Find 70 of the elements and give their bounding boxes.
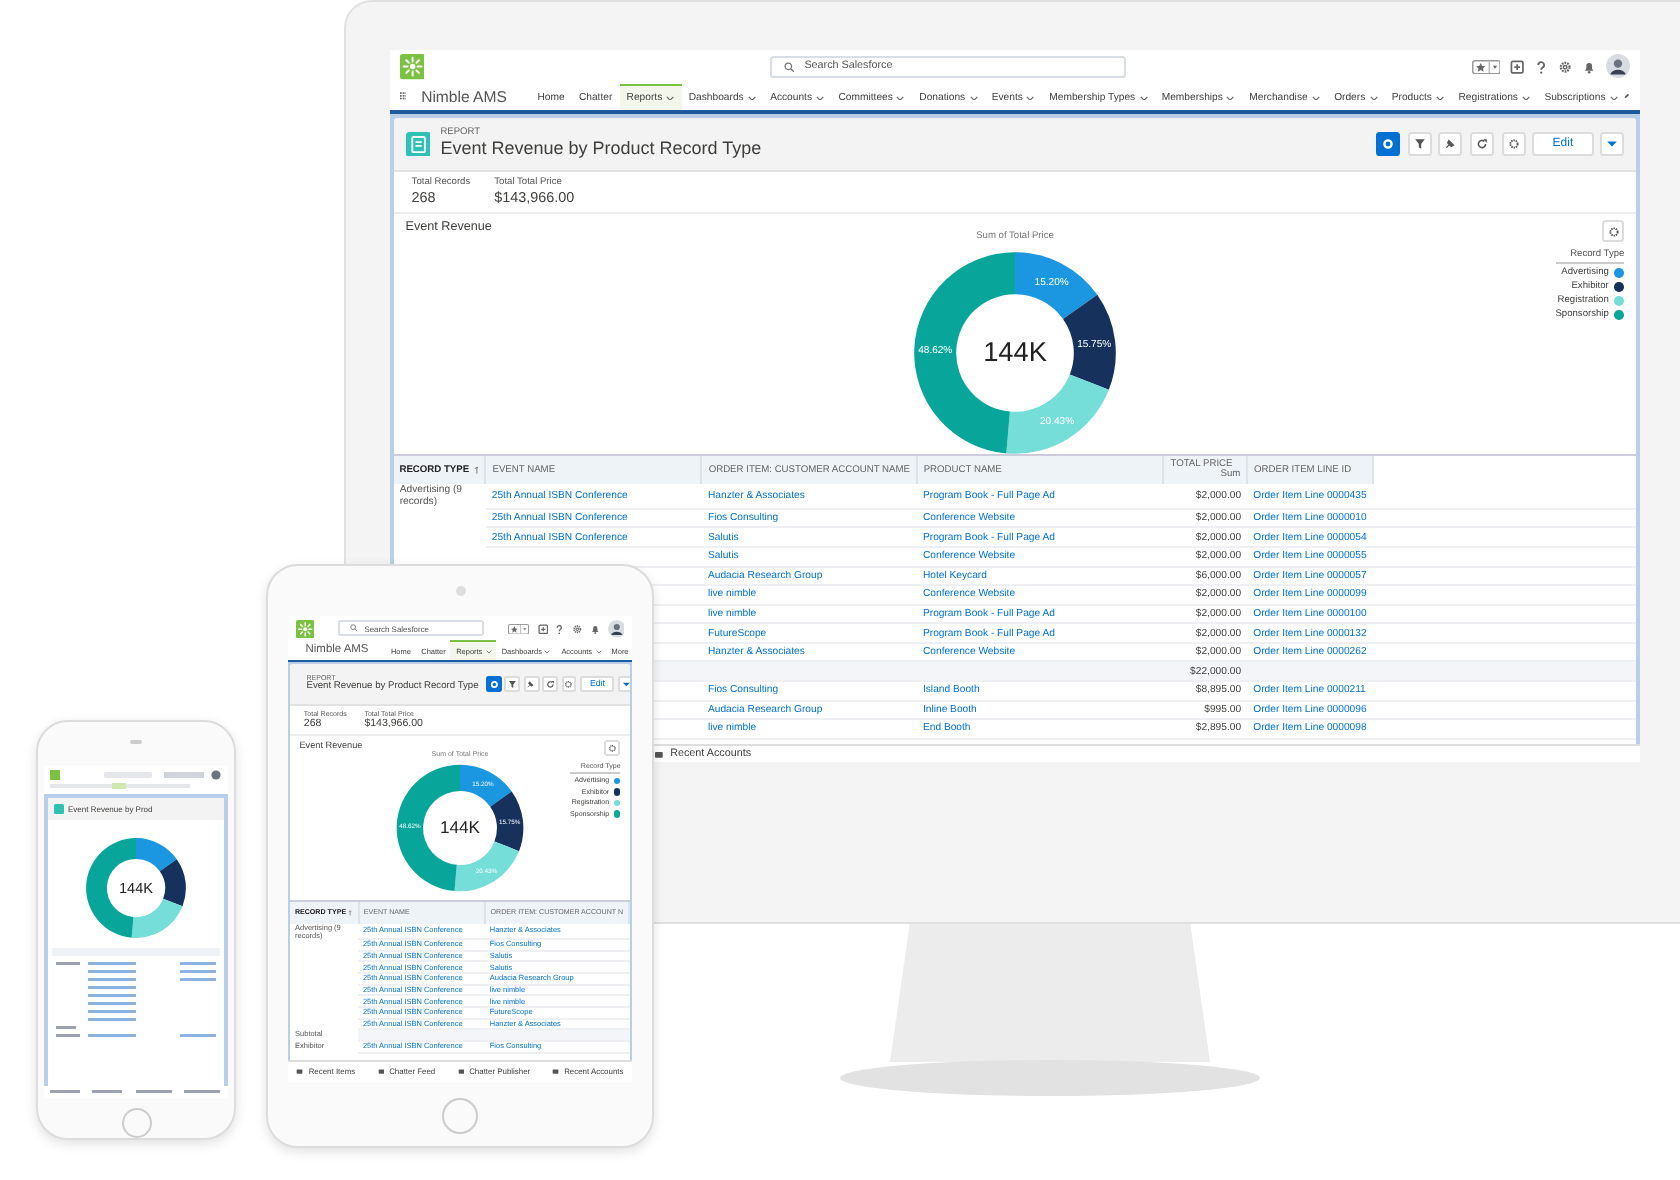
caret-icon <box>1521 95 1531 101</box>
utility-icon <box>377 1068 385 1076</box>
caret-icon <box>1606 137 1619 150</box>
gear-icon <box>1607 225 1620 238</box>
bell-icon[interactable] <box>1582 59 1597 74</box>
center-value: 144K <box>439 816 481 837</box>
help-icon[interactable] <box>554 623 566 634</box>
chart-button[interactable] <box>1376 131 1401 156</box>
settings-button[interactable] <box>1501 131 1526 156</box>
caret-icon <box>1609 95 1618 101</box>
bell-icon[interactable] <box>589 623 601 634</box>
caret-icon <box>1369 95 1378 101</box>
filter-button[interactable] <box>504 676 521 692</box>
refresh-button[interactable] <box>1470 131 1495 156</box>
filter-icon <box>1413 137 1426 150</box>
pin-icon <box>1444 137 1457 150</box>
gear-icon <box>1507 137 1520 150</box>
gear-icon <box>608 743 618 753</box>
donut-chart-drawing <box>86 838 186 938</box>
settings-button[interactable] <box>1602 220 1625 242</box>
utility-icon <box>552 1068 560 1076</box>
filter-button[interactable] <box>1407 131 1432 156</box>
caret-icon <box>1139 95 1148 101</box>
pin-button[interactable] <box>1438 131 1463 156</box>
center-value: 144K <box>983 337 1047 368</box>
donut-chart-icon <box>489 679 498 689</box>
gear-icon <box>564 679 574 689</box>
donut-chart-icon <box>1382 137 1395 150</box>
refresh-icon <box>1476 137 1489 150</box>
favorites-icon[interactable] <box>508 623 531 634</box>
report-icon <box>405 131 431 157</box>
caret-icon <box>485 649 492 654</box>
settings-button[interactable] <box>604 740 621 757</box>
caret-icon <box>1226 95 1236 101</box>
sort-arrow-icon[interactable] <box>473 466 479 475</box>
caret-icon <box>816 95 825 101</box>
refresh-button[interactable] <box>542 676 559 692</box>
settings-icon[interactable] <box>572 623 583 634</box>
caret-icon <box>896 95 906 101</box>
report-icon <box>54 804 64 814</box>
camera-icon <box>456 586 466 596</box>
caret-icon <box>969 95 978 101</box>
caret-icon <box>595 649 602 654</box>
avatar-icon[interactable] <box>607 619 625 638</box>
avatar-icon[interactable] <box>1606 54 1631 79</box>
pin-button[interactable] <box>523 676 540 692</box>
caret-icon <box>1026 95 1036 101</box>
report-title: Event Revenue by Product Record Type <box>440 138 762 159</box>
add-icon[interactable] <box>1510 59 1525 74</box>
utility-icon <box>296 1068 304 1076</box>
chart-button[interactable] <box>485 676 502 692</box>
search-icon <box>349 624 358 633</box>
settings-icon[interactable] <box>1558 59 1573 74</box>
more-actions-button[interactable] <box>618 676 630 692</box>
pin-icon <box>526 679 536 689</box>
caret-icon <box>621 679 630 689</box>
caret-icon <box>747 95 756 101</box>
favorites-icon[interactable] <box>1472 59 1501 74</box>
caret-icon <box>544 649 551 654</box>
caret-icon <box>666 95 675 101</box>
more-actions-button[interactable] <box>1600 131 1625 156</box>
caret-icon <box>1311 95 1320 101</box>
help-icon[interactable] <box>1534 59 1549 74</box>
refresh-icon <box>545 679 555 689</box>
caret-icon <box>1436 95 1445 101</box>
search-icon <box>784 61 795 73</box>
utility-icon <box>654 749 664 760</box>
utility-icon <box>457 1068 465 1076</box>
add-icon[interactable] <box>537 623 548 634</box>
settings-button[interactable] <box>561 676 577 692</box>
